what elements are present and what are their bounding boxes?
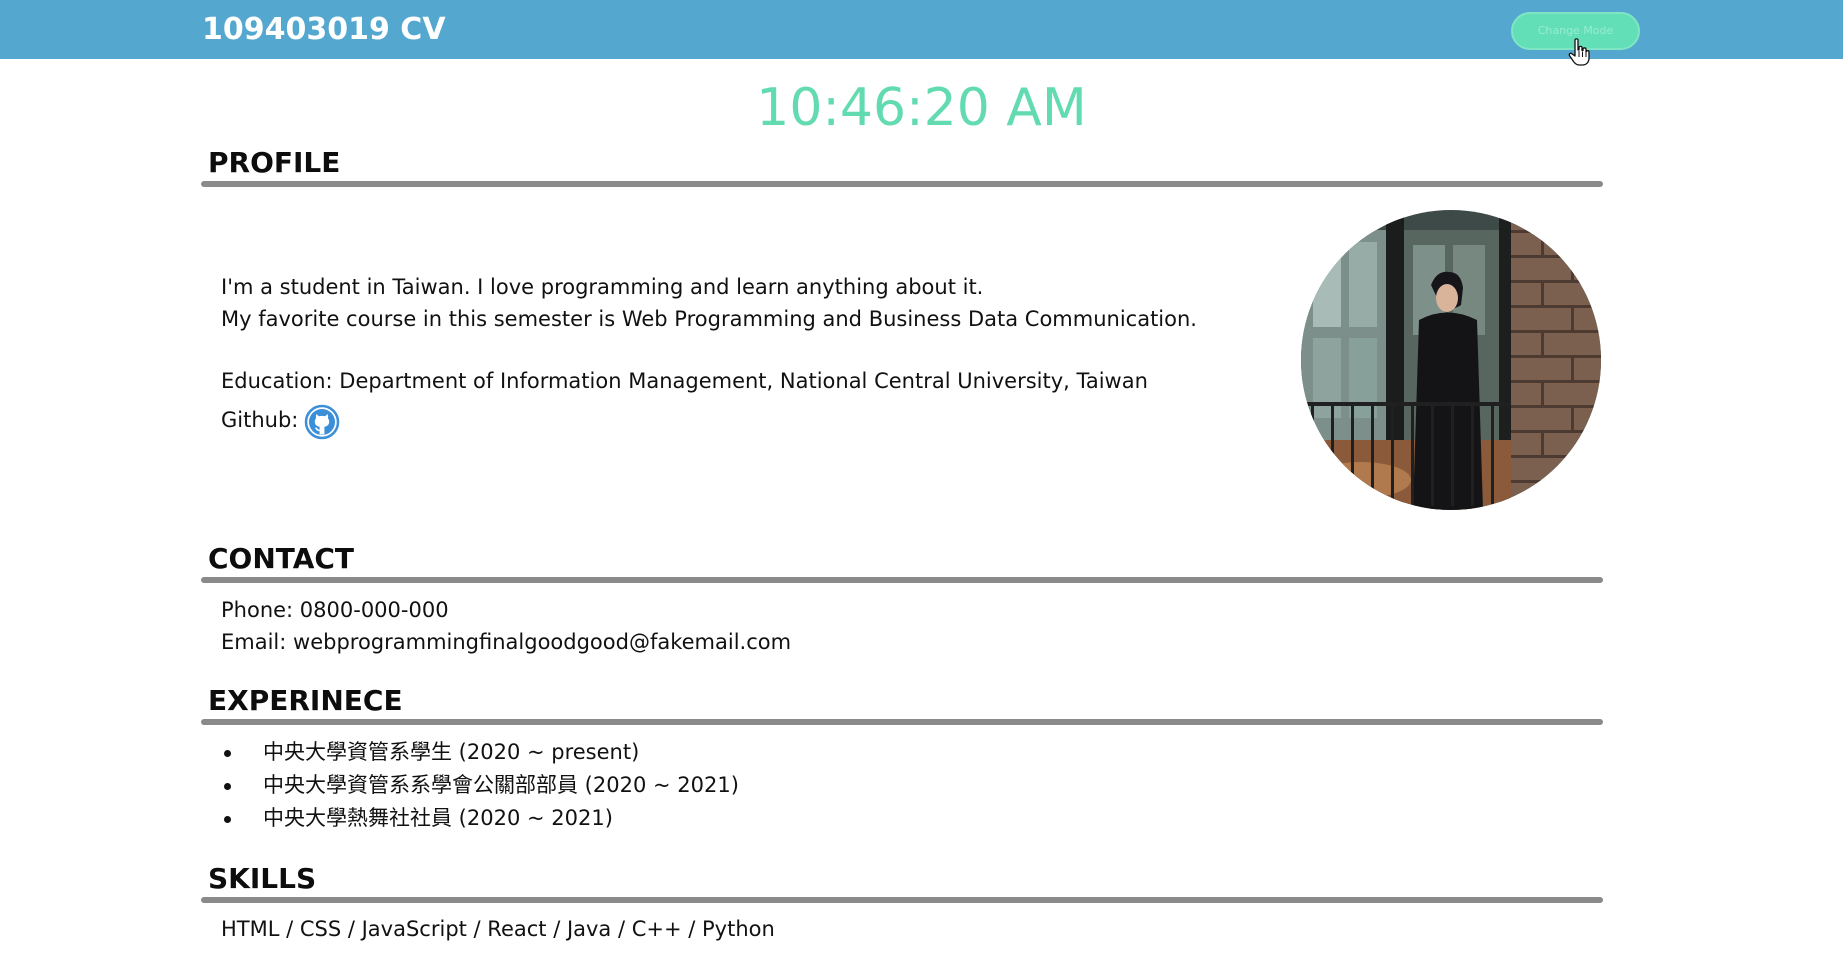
top-bar: 109403019 CV Change Mode xyxy=(0,0,1843,59)
profile-section-header: PROFILE xyxy=(201,145,1603,187)
experience-item-text: 中央大學資管系學生 (2020 ~ present) xyxy=(263,740,640,764)
contact-heading: CONTACT xyxy=(208,542,355,575)
profile-intro-line: I'm a student in Taiwan. I love programm… xyxy=(221,275,984,299)
skills-divider xyxy=(201,897,1603,903)
live-clock: 10:46:20 AM xyxy=(756,78,1087,138)
contact-section-header: CONTACT xyxy=(201,541,1603,583)
contact-email: Email: webprogrammingfinalgoodgood@fakem… xyxy=(221,630,792,654)
skills-section-header: SKILLS xyxy=(201,861,1603,903)
experience-item-text: 中央大學資管系系學會公關部部員 (2020 ~ 2021) xyxy=(263,773,739,797)
experience-divider xyxy=(201,719,1603,725)
bullet-dot xyxy=(224,783,231,790)
bullet-dot xyxy=(224,750,231,757)
experience-item-text: 中央大學熱舞社社員 (2020 ~ 2021) xyxy=(263,806,613,830)
profile-course-line: My favorite course in this semester is W… xyxy=(221,307,1197,331)
skills-heading: SKILLS xyxy=(208,862,317,895)
github-link[interactable] xyxy=(304,404,340,440)
bullet-dot xyxy=(224,816,231,823)
github-label: Github: xyxy=(221,408,299,432)
list-item: 中央大學資管系學生 (2020 ~ present) xyxy=(221,736,739,769)
github-icon xyxy=(304,404,340,440)
site-title: 109403019 CV xyxy=(202,12,446,47)
skills-list: HTML / CSS / JavaScript / React / Java /… xyxy=(221,917,775,941)
experience-list: 中央大學資管系學生 (2020 ~ present) 中央大學資管系系學會公關部… xyxy=(221,736,739,835)
profile-photo xyxy=(1301,210,1601,510)
contact-phone: Phone: 0800-000-000 xyxy=(221,598,449,622)
experience-section-header: EXPERINECE xyxy=(201,683,1603,725)
contact-divider xyxy=(201,577,1603,583)
profile-education-line: Education: Department of Information Man… xyxy=(221,369,1148,393)
list-item: 中央大學熱舞社社員 (2020 ~ 2021) xyxy=(221,802,739,835)
experience-heading: EXPERINECE xyxy=(208,684,403,717)
profile-heading: PROFILE xyxy=(208,146,341,179)
list-item: 中央大學資管系系學會公關部部員 (2020 ~ 2021) xyxy=(221,769,739,802)
hand-cursor-icon xyxy=(1568,38,1590,66)
profile-divider xyxy=(201,181,1603,187)
